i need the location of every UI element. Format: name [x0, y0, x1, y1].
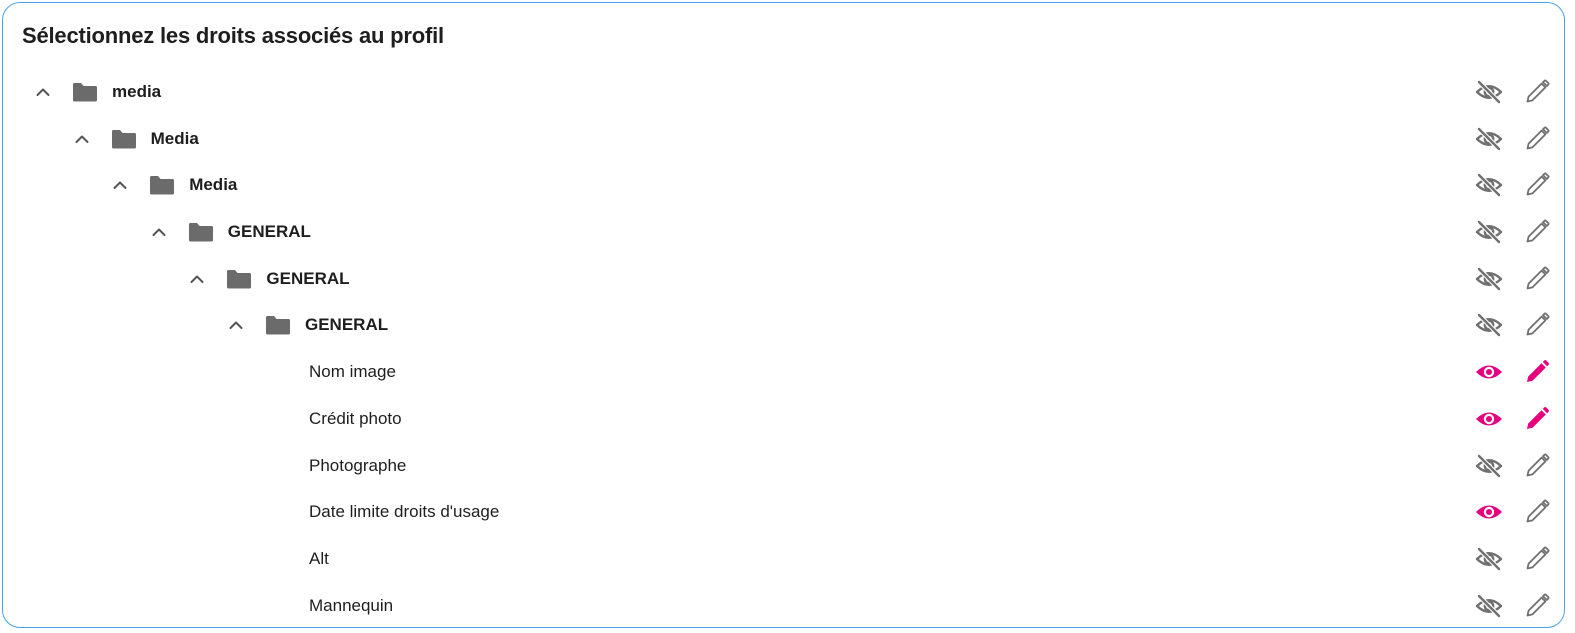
pencil-icon[interactable]: [1524, 593, 1550, 619]
folder-label[interactable]: GENERAL: [266, 269, 349, 289]
field-label: Photographe: [309, 455, 407, 475]
eye-icon[interactable]: [1474, 499, 1504, 525]
pencil-icon[interactable]: [1524, 499, 1550, 525]
panel-title: Sélectionnez les droits associés au prof…: [22, 23, 444, 48]
eye-off-icon[interactable]: [1474, 453, 1504, 479]
pencil-icon[interactable]: [1524, 126, 1550, 152]
eye-off-icon[interactable]: [1474, 546, 1504, 572]
tree-folder-row: GENERAL: [3, 209, 1564, 256]
pencil-icon[interactable]: [1524, 546, 1550, 572]
eye-off-icon[interactable]: [1474, 312, 1504, 338]
tree-field-row: Photographe: [3, 443, 1564, 490]
row-actions: [1474, 593, 1554, 619]
field-label: Mannequin: [309, 595, 394, 615]
folder-label[interactable]: Media: [151, 129, 199, 149]
tree-field-row: Nom image: [3, 349, 1564, 396]
tree-folder-row: Media: [3, 162, 1564, 209]
pencil-icon[interactable]: [1524, 79, 1550, 105]
chevron-up-icon[interactable]: [33, 82, 53, 102]
pencil-icon[interactable]: [1524, 359, 1550, 385]
tree-field-row: Alt: [3, 536, 1564, 583]
tree-field-row: Date limite droits d'usage: [3, 489, 1564, 536]
row-actions: [1474, 453, 1554, 479]
folder-label[interactable]: Media: [189, 175, 237, 195]
chevron-up-icon[interactable]: [226, 315, 246, 335]
pencil-icon[interactable]: [1524, 406, 1550, 432]
chevron-up-icon[interactable]: [72, 129, 92, 149]
tree-folder-row: Media: [3, 116, 1564, 163]
folder-label[interactable]: GENERAL: [228, 222, 311, 242]
eye-off-icon[interactable]: [1474, 593, 1504, 619]
row-actions: [1474, 219, 1554, 245]
field-label: Crédit photo: [309, 408, 402, 428]
pencil-icon[interactable]: [1524, 172, 1550, 198]
folder-icon: [188, 221, 214, 243]
folder-icon: [111, 128, 137, 150]
eye-off-icon[interactable]: [1474, 126, 1504, 152]
tree-folder-row: GENERAL: [3, 302, 1564, 349]
row-actions: [1474, 79, 1554, 105]
row-actions: [1474, 172, 1554, 198]
row-actions: [1474, 312, 1554, 338]
tree-folder-row: GENERAL: [3, 256, 1564, 303]
eye-off-icon[interactable]: [1474, 219, 1504, 245]
chevron-up-icon[interactable]: [110, 175, 130, 195]
tree-field-row: Crédit photo: [3, 396, 1564, 443]
pencil-icon[interactable]: [1524, 266, 1550, 292]
folder-icon: [149, 174, 175, 196]
rights-tree: media Media Media GENERAL GENERAL GENERAL Nom …: [3, 69, 1564, 629]
folder-icon: [226, 268, 252, 290]
row-actions: [1474, 359, 1554, 385]
tree-field-row: Mannequin: [3, 583, 1564, 630]
field-label: Alt: [309, 548, 329, 568]
eye-off-icon[interactable]: [1474, 79, 1504, 105]
eye-icon[interactable]: [1474, 406, 1504, 432]
eye-off-icon[interactable]: [1474, 172, 1504, 198]
folder-icon: [265, 314, 291, 336]
eye-off-icon[interactable]: [1474, 266, 1504, 292]
field-label: Nom image: [309, 362, 396, 382]
tree-folder-row: media: [3, 69, 1564, 116]
pencil-icon[interactable]: [1524, 219, 1550, 245]
row-actions: [1474, 499, 1554, 525]
chevron-up-icon[interactable]: [187, 269, 207, 289]
row-actions: [1474, 546, 1554, 572]
row-actions: [1474, 266, 1554, 292]
pencil-icon[interactable]: [1524, 312, 1550, 338]
row-actions: [1474, 406, 1554, 432]
pencil-icon[interactable]: [1524, 453, 1550, 479]
eye-icon[interactable]: [1474, 359, 1504, 385]
field-label: Date limite droits d'usage: [309, 502, 500, 522]
row-actions: [1474, 126, 1554, 152]
folder-icon: [72, 81, 98, 103]
rights-panel: Sélectionnez les droits associés au prof…: [2, 2, 1565, 628]
folder-label[interactable]: GENERAL: [305, 315, 388, 335]
folder-label[interactable]: media: [112, 82, 161, 102]
chevron-up-icon[interactable]: [149, 222, 169, 242]
